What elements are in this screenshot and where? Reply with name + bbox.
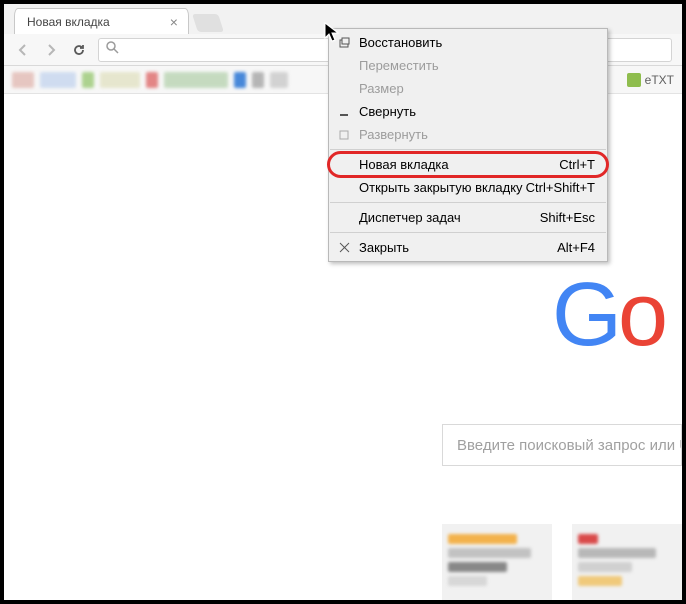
bookmark-item-etxt[interactable]: eTXT (627, 72, 674, 88)
menu-size: Размер (329, 77, 607, 100)
menu-separator (330, 202, 606, 203)
bookmark-item[interactable] (100, 72, 140, 88)
menu-label: Диспетчер задач (359, 210, 461, 225)
tile-blur (448, 562, 507, 572)
google-logo: Go (552, 264, 682, 367)
menu-separator (330, 149, 606, 150)
new-tab-button[interactable] (192, 14, 224, 32)
bookmark-favicon (627, 73, 641, 87)
menu-move: Переместить (329, 54, 607, 77)
menu-label: Восстановить (359, 35, 442, 50)
tab-active[interactable]: Новая вкладка × (14, 8, 189, 34)
tile-blur (578, 562, 632, 572)
menu-restore[interactable]: Восстановить (329, 31, 607, 54)
bookmark-label: eTXT (645, 73, 674, 87)
menu-shortcut: Ctrl+T (559, 157, 595, 172)
menu-label: Закрыть (359, 240, 409, 255)
close-tab-icon[interactable]: × (170, 15, 178, 29)
menu-task-manager[interactable]: Диспетчер задач Shift+Esc (329, 206, 607, 229)
restore-icon (337, 37, 351, 49)
menu-label: Открыть закрытую вкладку (359, 180, 523, 195)
tile-blur (578, 576, 622, 586)
menu-label: Новая вкладка (359, 157, 449, 172)
bookmark-item[interactable] (164, 72, 228, 88)
minimize-icon (337, 106, 351, 118)
reload-button[interactable] (70, 41, 88, 59)
bookmark-item[interactable] (12, 72, 34, 88)
menu-label: Свернуть (359, 104, 416, 119)
tab-title: Новая вкладка (27, 15, 110, 29)
menu-shortcut: Ctrl+Shift+T (526, 180, 595, 195)
search-input[interactable]: Введите поисковый запрос или URL (442, 424, 682, 466)
menu-shortcut: Shift+Esc (540, 210, 595, 225)
bookmark-item[interactable] (252, 72, 264, 88)
search-placeholder: Введите поисковый запрос или URL (457, 437, 682, 454)
most-visited-tiles (442, 524, 682, 600)
menu-new-tab[interactable]: Новая вкладка Ctrl+T (329, 153, 607, 176)
menu-minimize[interactable]: Свернуть (329, 100, 607, 123)
tile-blur (578, 534, 598, 544)
forward-button[interactable] (42, 41, 60, 59)
tile-blur (448, 534, 517, 544)
tile-blur (448, 576, 487, 586)
bookmark-item[interactable] (234, 72, 246, 88)
menu-close[interactable]: Закрыть Alt+F4 (329, 236, 607, 259)
menu-label: Размер (359, 81, 404, 96)
site-tile[interactable] (442, 524, 552, 600)
bookmark-item[interactable] (146, 72, 158, 88)
menu-label: Переместить (359, 58, 439, 73)
bookmark-item[interactable] (270, 72, 288, 88)
search-icon (105, 40, 119, 59)
menu-reopen-tab[interactable]: Открыть закрытую вкладку Ctrl+Shift+T (329, 176, 607, 199)
tile-blur (448, 548, 531, 558)
bookmark-item[interactable] (40, 72, 76, 88)
close-icon (337, 242, 351, 253)
bookmark-item[interactable] (82, 72, 94, 88)
window-context-menu: Восстановить Переместить Размер Свернуть… (328, 28, 608, 262)
site-tile[interactable] (572, 524, 682, 600)
menu-separator (330, 232, 606, 233)
tile-blur (578, 548, 656, 558)
back-button[interactable] (14, 41, 32, 59)
menu-maximize: Развернуть (329, 123, 607, 146)
maximize-icon (337, 129, 351, 141)
browser-window: Новая вкладка × e (4, 4, 682, 600)
menu-label: Развернуть (359, 127, 428, 142)
menu-shortcut: Alt+F4 (557, 240, 595, 255)
